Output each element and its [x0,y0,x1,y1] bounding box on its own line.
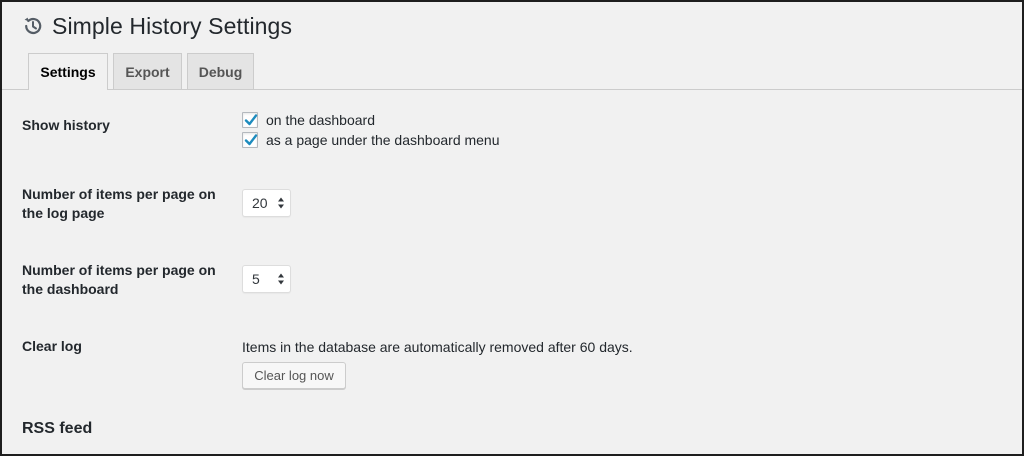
history-icon [22,15,44,37]
show-as-page-label: as a page under the dashboard menu [266,132,500,148]
items-dashboard-label-line2: the dashboard [22,281,119,297]
clear-log-description: Items in the database are automatically … [242,339,633,355]
show-history-label: Show history [22,117,110,133]
checkmark-icon [244,114,258,126]
items-dashboard-label-line1: Number of items per page on [22,262,216,278]
select-arrows-icon [278,273,284,285]
show-on-dashboard-option[interactable]: on the dashboard [242,112,375,128]
items-log-page-value: 20 [252,195,268,211]
items-dashboard-label: Number of items per page on the dashboar… [22,261,227,299]
checkmark-icon [244,134,258,146]
items-dashboard-select[interactable]: 5 [242,265,291,293]
show-on-dashboard-label: on the dashboard [266,112,375,128]
items-log-page-label-line2: the log page [22,205,105,221]
tab-export[interactable]: Export [113,53,182,89]
select-arrows-icon [278,197,284,209]
items-log-page-select[interactable]: 20 [242,189,291,217]
show-as-page-option[interactable]: as a page under the dashboard menu [242,132,500,148]
rss-feed-heading: RSS feed [22,420,93,437]
settings-page: Simple History Settings Settings Export … [0,0,1024,456]
clear-log-button[interactable]: Clear log now [242,362,346,389]
tab-debug[interactable]: Debug [187,53,254,89]
items-log-page-label: Number of items per page on the log page [22,185,227,223]
items-log-page-label-line1: Number of items per page on [22,186,216,202]
tab-settings[interactable]: Settings [28,53,108,90]
clear-log-label: Clear log [22,338,82,354]
show-on-dashboard-checkbox[interactable] [242,112,258,128]
items-dashboard-value: 5 [252,271,260,287]
show-as-page-checkbox[interactable] [242,132,258,148]
page-header: Simple History Settings [22,12,292,40]
tab-bar: Settings Export Debug [2,52,1022,90]
page-title: Simple History Settings [52,12,293,39]
